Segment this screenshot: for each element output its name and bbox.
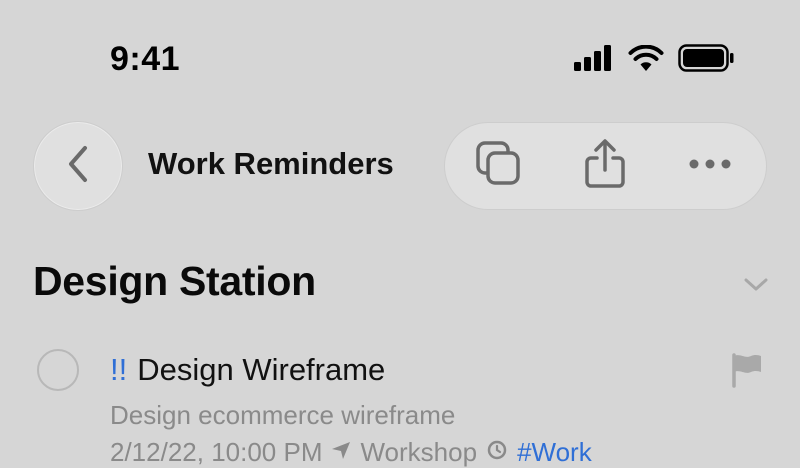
battery-icon (678, 44, 734, 72)
section-title: Design Station (33, 258, 316, 304)
copy-icon (474, 139, 524, 194)
priority-indicator: !! (110, 352, 128, 387)
wifi-icon (628, 45, 664, 71)
share-button[interactable] (575, 136, 635, 196)
more-button[interactable] (680, 136, 740, 196)
chevron-down-icon (738, 278, 774, 302)
flag-button[interactable] (729, 352, 765, 388)
nav-title: Work Reminders (148, 146, 394, 181)
status-time: 9:41 (110, 40, 181, 78)
reminder-date: 2/12/22, 10:00 PM (110, 437, 323, 467)
cellular-signal-icon (574, 45, 614, 71)
section-collapse-button[interactable] (738, 270, 774, 298)
status-bar: 9:41 (0, 0, 800, 110)
flag-icon (729, 353, 765, 392)
reminder-notes: Design ecommerce wireframe (110, 400, 456, 430)
reminder-row[interactable]: !! Design Wireframe Design ecommerce wire… (0, 340, 800, 467)
more-icon (688, 157, 732, 175)
reminder-title-line[interactable]: !! Design Wireframe (110, 352, 385, 388)
share-icon (583, 138, 627, 195)
reminder-checkbox[interactable] (37, 349, 79, 391)
action-pill (444, 122, 767, 210)
reminder-tag[interactable]: #Work (517, 437, 592, 468)
location-arrow-icon (330, 437, 352, 468)
chevron-left-icon (64, 144, 92, 189)
status-icons (574, 44, 734, 72)
reminder-title[interactable]: Design Wireframe (137, 352, 385, 387)
back-button[interactable] (33, 121, 123, 211)
reminder-location: Workshop (360, 437, 478, 467)
copy-button[interactable] (469, 136, 529, 196)
reminder-meta: 2/12/22, 10:00 PM Workshop #Work (110, 437, 592, 468)
alarm-icon (485, 437, 509, 468)
